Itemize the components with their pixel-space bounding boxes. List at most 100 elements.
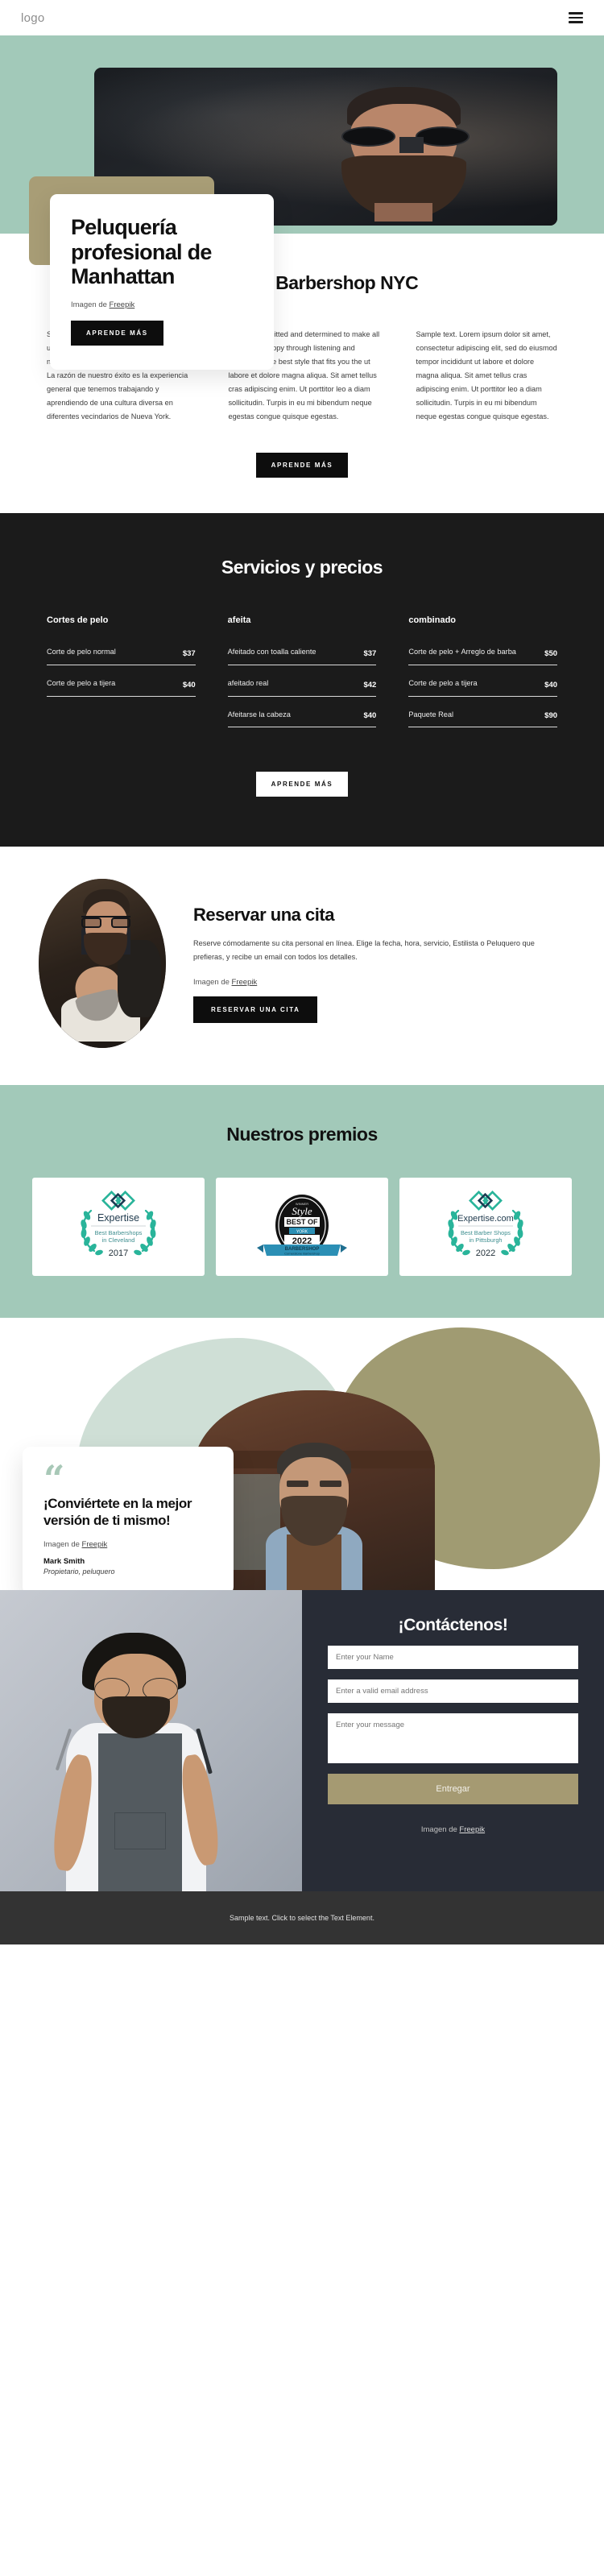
testimonial-card: “ ¡Conviértete en la mejor versión de ti…	[23, 1447, 234, 1591]
services-heading: Servicios y precios	[221, 557, 383, 578]
service-row: Afeitarse la cabeza $40	[227, 709, 377, 728]
award-card[interactable]: Expertise Best Barbershops in Cleveland …	[32, 1178, 205, 1277]
contact-title: ¡Contáctenos!	[398, 1616, 508, 1635]
booking-section: Reservar una cita Reserve cómodamente su…	[0, 847, 604, 1086]
booking-image-credit: Imagen de Freepik	[193, 978, 565, 987]
service-row: afeitado real $42	[227, 677, 377, 697]
testimonial-author: Mark Smith	[43, 1557, 85, 1567]
services-section: Servicios y precios Cortes de pelo Corte…	[0, 513, 604, 847]
service-price: $42	[363, 680, 377, 690]
service-name: Corte de pelo + Arreglo de barba	[408, 648, 516, 656]
quote-mark-icon: “	[43, 1457, 65, 1501]
award-card[interactable]: Expertise.com Best Barber Shops in Pitts…	[399, 1178, 572, 1277]
service-name: Corte de pelo a tijera	[47, 678, 116, 687]
site-footer: Sample text. Click to select the Text El…	[0, 1891, 604, 1945]
expertise-com-laurel-badge-icon: Expertise.com Best Barber Shops in Pitts…	[437, 1188, 534, 1265]
service-row: Paquete Real $90	[408, 709, 558, 728]
services-group-title: combinado	[408, 615, 457, 626]
service-price: $40	[363, 711, 377, 721]
booking-image	[39, 879, 166, 1049]
about-column: Sample text. Lorem ipsum dolor sit amet,…	[416, 328, 557, 424]
award-line2: in Cleveland	[102, 1236, 135, 1244]
credit-link[interactable]: Freepik	[232, 978, 258, 987]
service-name: Afeitarse la cabeza	[227, 710, 291, 719]
hero-image-credit: Imagen de Freepik	[71, 300, 253, 309]
credit-prefix: Imagen de	[71, 300, 110, 309]
site-logo[interactable]: logo	[21, 11, 45, 25]
services-group-title: afeita	[227, 615, 251, 626]
seal-line1: BEST OF	[286, 1218, 318, 1226]
about-paragraph: Sample text. Lorem ipsum dolor sit amet,…	[416, 330, 557, 421]
service-price: $90	[544, 711, 558, 721]
contact-image-credit: Imagen de Freepik	[328, 1825, 578, 1834]
service-row: Corte de pelo a tijera $40	[47, 677, 196, 697]
awards-list: Expertise Best Barbershops in Cleveland …	[32, 1178, 572, 1277]
credit-prefix: Imagen de	[420, 1825, 460, 1835]
submit-button[interactable]: Entregar	[328, 1774, 578, 1805]
service-row: Corte de pelo normal $37	[47, 646, 196, 665]
award-year: 2022	[476, 1249, 495, 1258]
page-root: logo Peluquería profesional de Manhattan…	[0, 0, 604, 1945]
seal-ribbon2: Cornerstone Barbershop	[284, 1252, 321, 1256]
services-group: combinado Corte de pelo + Arreglo de bar…	[408, 615, 558, 739]
service-name: Afeitado con toalla caliente	[227, 648, 316, 656]
seal-brand: Style	[292, 1205, 312, 1217]
credit-prefix: Imagen de	[43, 1540, 82, 1550]
services-group-title: Cortes de pelo	[47, 615, 109, 626]
services-columns: Cortes de pelo Corte de pelo normal $37 …	[47, 615, 558, 739]
service-price: $37	[182, 648, 196, 658]
awards-heading: Nuestros premios	[226, 1124, 378, 1145]
hero-section: Peluquería profesional de Manhattan Imag…	[0, 35, 604, 370]
message-field[interactable]	[328, 1713, 578, 1764]
booking-cta-button[interactable]: RESERVAR UNA CITA	[193, 996, 318, 1023]
service-row: Corte de pelo a tijera $40	[408, 677, 558, 697]
testimonial-section: “ ¡Conviértete en la mejor versión de ti…	[0, 1318, 604, 1591]
seal-line2: YORK	[296, 1230, 308, 1235]
hero-title: Peluquería profesional de Manhattan	[71, 215, 212, 288]
style-best-of-seal-badge-icon: WINNER Style BEST OF YORK 2022 BARBERSHO…	[254, 1188, 350, 1265]
hamburger-icon[interactable]	[569, 12, 583, 23]
awards-section: Nuestros premios Expertise Best Barbersh…	[0, 1085, 604, 1319]
footer-text[interactable]: Sample text. Click to select the Text El…	[230, 1914, 374, 1922]
service-row: Corte de pelo + Arreglo de barba $50	[408, 646, 558, 665]
testimonial-image-credit: Imagen de Freepik	[43, 1540, 213, 1549]
credit-link[interactable]: Freepik	[82, 1540, 108, 1549]
testimonial-role: Propietario, peluquero	[43, 1568, 115, 1576]
service-name: afeitado real	[227, 678, 269, 687]
name-field[interactable]	[328, 1646, 578, 1670]
expertise-laurel-badge-icon: Expertise Best Barbershops in Cleveland …	[70, 1188, 167, 1265]
services-group: afeita Afeitado con toalla caliente $37 …	[227, 615, 377, 739]
service-price: $40	[182, 680, 196, 690]
credit-link[interactable]: Freepik	[459, 1825, 485, 1834]
contact-section: ¡Contáctenos! Entregar Imagen de Freepik	[0, 1590, 604, 1892]
testimonial-quote: ¡Conviértete en la mejor versión de ti m…	[43, 1496, 192, 1528]
site-header: logo	[0, 0, 604, 35]
credit-link[interactable]: Freepik	[110, 300, 135, 309]
award-line2: in Pittsburgh	[469, 1236, 502, 1244]
booking-title: Reservar una cita	[193, 904, 334, 925]
about-cta-button[interactable]: APRENDE MÁS	[255, 453, 349, 478]
award-line1: Best Barber Shops	[461, 1229, 511, 1236]
service-name: Corte de pelo a tijera	[408, 678, 478, 687]
service-row: Afeitado con toalla caliente $37	[227, 646, 377, 665]
award-line1: Best Barbershops	[95, 1229, 143, 1236]
service-price: $37	[363, 648, 377, 658]
booking-content: Reservar una cita Reserve cómodamente su…	[193, 905, 565, 1023]
contact-form: ¡Contáctenos! Entregar Imagen de Freepik	[302, 1590, 604, 1892]
hero-cta-button[interactable]: APRENDE MÁS	[71, 320, 163, 346]
services-cta-button[interactable]: APRENDE MÁS	[255, 772, 349, 797]
award-brand: Expertise.com	[457, 1214, 514, 1224]
award-year: 2017	[109, 1249, 128, 1258]
service-price: $50	[544, 648, 558, 658]
booking-description: Reserve cómodamente su cita personal en …	[193, 938, 535, 962]
award-brand: Expertise	[97, 1212, 139, 1224]
service-name: Paquete Real	[408, 710, 454, 719]
services-group: Cortes de pelo Corte de pelo normal $37 …	[47, 615, 196, 739]
hero-card: Peluquería profesional de Manhattan Imag…	[50, 194, 274, 370]
service-name: Corte de pelo normal	[47, 648, 116, 656]
email-field[interactable]	[328, 1679, 578, 1704]
service-price: $40	[544, 680, 558, 690]
credit-prefix: Imagen de	[193, 977, 232, 987]
award-card[interactable]: WINNER Style BEST OF YORK 2022 BARBERSHO…	[216, 1178, 388, 1277]
contact-image	[0, 1590, 302, 1892]
